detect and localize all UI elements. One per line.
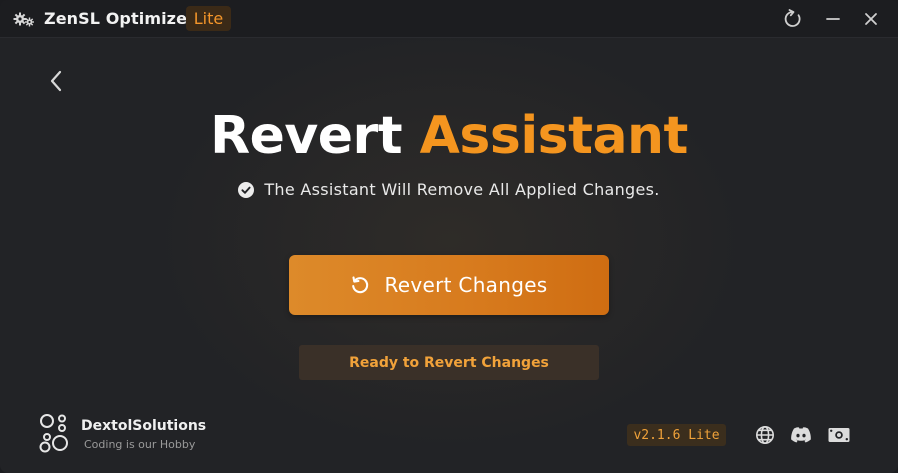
brand-tagline: Coding is our Hobby [84, 438, 196, 451]
chevron-left-icon [50, 70, 62, 92]
money-icon [828, 428, 850, 442]
minimize-button[interactable] [818, 6, 848, 32]
page-title-word-2: Assistant [419, 106, 689, 166]
discord-icon [791, 427, 811, 443]
page-title: Revert Assistant [0, 106, 898, 166]
close-button[interactable] [856, 6, 886, 32]
refresh-button[interactable] [778, 6, 808, 32]
donate-link[interactable] [827, 424, 851, 446]
status-box: Ready to Revert Changes [299, 345, 599, 380]
page-title-word-1: Revert [210, 106, 403, 166]
dextol-logo-icon [39, 414, 68, 453]
close-icon [865, 13, 877, 25]
description-line: The Assistant Will Remove All Applied Ch… [0, 180, 898, 199]
minimize-icon [826, 18, 840, 20]
revert-changes-button[interactable]: Revert Changes [289, 255, 609, 315]
gears-icon [13, 12, 34, 27]
revert-changes-label: Revert Changes [384, 273, 548, 297]
app-window: ZenSL Optimizer Lite Revert Assistant Th… [0, 0, 898, 473]
description-text: The Assistant Will Remove All Applied Ch… [264, 180, 660, 199]
title-bar: ZenSL Optimizer Lite [0, 0, 898, 38]
edition-badge: Lite [186, 6, 231, 31]
refresh-icon [784, 9, 801, 27]
website-link[interactable] [753, 424, 777, 446]
check-circle-icon [238, 181, 255, 198]
back-button[interactable] [42, 66, 70, 96]
globe-icon [756, 426, 774, 444]
undo-icon [352, 276, 369, 294]
discord-link[interactable] [789, 424, 813, 446]
brand-name: DextolSolutions [81, 418, 207, 434]
app-title: ZenSL Optimizer [44, 9, 196, 28]
version-badge: v2.1.6 Lite [627, 424, 726, 446]
